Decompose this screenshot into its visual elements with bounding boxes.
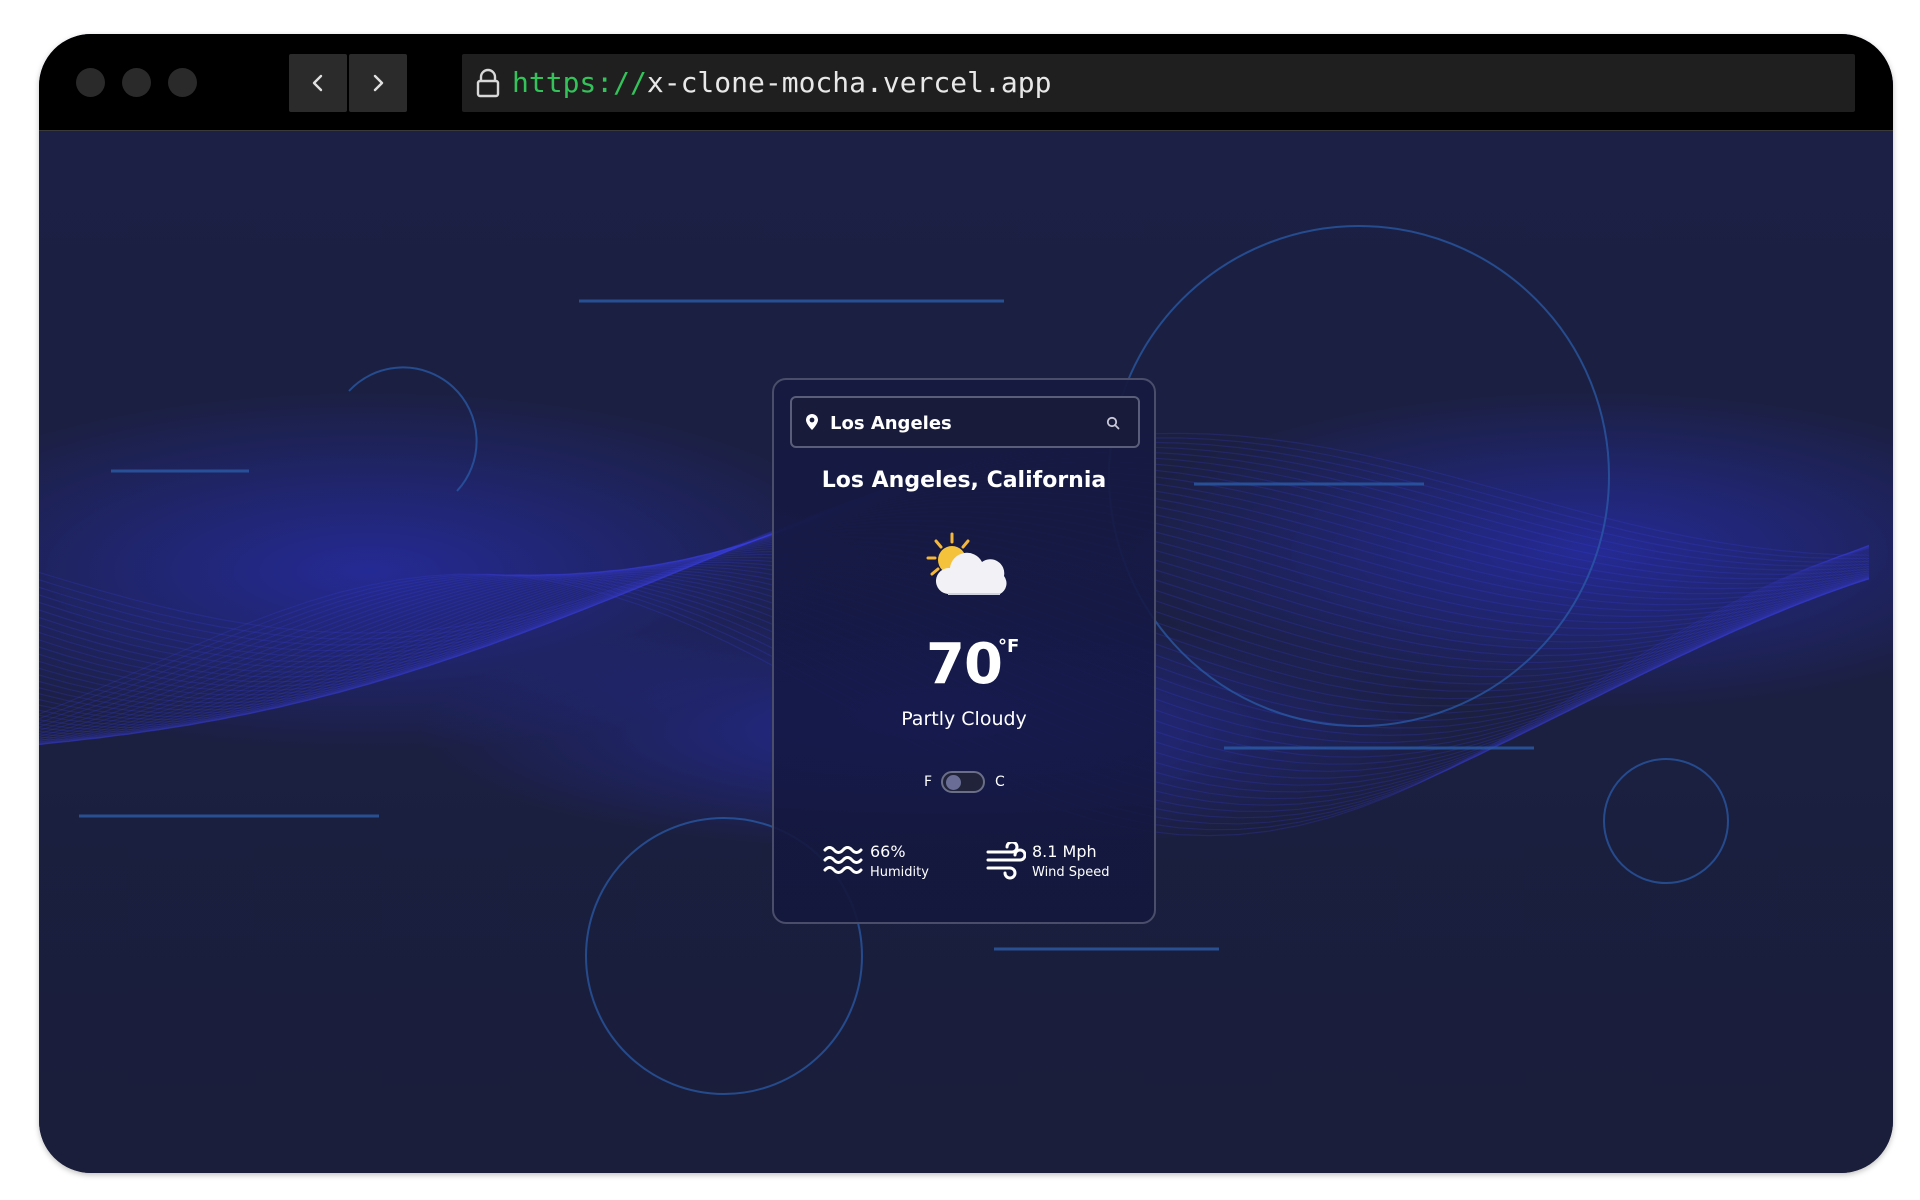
- chevron-left-icon: [312, 74, 323, 92]
- celsius-label: C: [995, 774, 1005, 790]
- toggle-knob: [946, 775, 961, 790]
- forward-button[interactable]: [349, 54, 407, 112]
- unit-toggle-row: F C: [774, 770, 1154, 796]
- weather-card: Los Angeles, California 70 °F Partly Clo…: [772, 378, 1156, 924]
- location-search-box[interactable]: [790, 396, 1140, 448]
- browser-window: https://x-clone-mocha.vercel.app Los Ang…: [39, 34, 1893, 1173]
- address-bar[interactable]: https://x-clone-mocha.vercel.app: [462, 54, 1855, 112]
- location-pin-icon: [806, 414, 818, 430]
- unit-toggle-switch[interactable]: [941, 771, 985, 793]
- humidity-value: 66%: [870, 842, 906, 861]
- page-viewport: Los Angeles, California 70 °F Partly Clo…: [39, 131, 1893, 1173]
- window-close-dot[interactable]: [76, 68, 105, 97]
- wind-speed-value: 8.1 Mph: [1032, 842, 1097, 861]
- url-scheme: https://: [512, 66, 647, 99]
- wind-speed-label: Wind Speed: [1032, 865, 1110, 880]
- temperature-value: 70: [926, 632, 1003, 697]
- chevron-right-icon: [373, 74, 384, 92]
- humidity-waves-icon: [823, 846, 863, 874]
- partly-cloudy-icon: [926, 532, 1007, 595]
- window-maximize-dot[interactable]: [168, 68, 197, 97]
- url-host: x-clone-mocha.vercel.app: [646, 66, 1052, 99]
- wind-icon: [986, 842, 1026, 880]
- fahrenheit-label: F: [924, 774, 933, 790]
- back-button[interactable]: [289, 54, 347, 112]
- lock-icon: [476, 68, 500, 98]
- location-search-input[interactable]: [828, 408, 1102, 438]
- url-text: https://x-clone-mocha.vercel.app: [512, 68, 1051, 98]
- temperature-unit: °F: [998, 636, 1020, 657]
- search-icon[interactable]: [1106, 416, 1120, 430]
- location-title: Los Angeles, California: [821, 468, 1107, 493]
- humidity-label: Humidity: [870, 865, 929, 880]
- window-minimize-dot[interactable]: [122, 68, 151, 97]
- weather-condition: Partly Cloudy: [901, 708, 1027, 730]
- browser-titlebar: https://x-clone-mocha.vercel.app: [39, 34, 1893, 131]
